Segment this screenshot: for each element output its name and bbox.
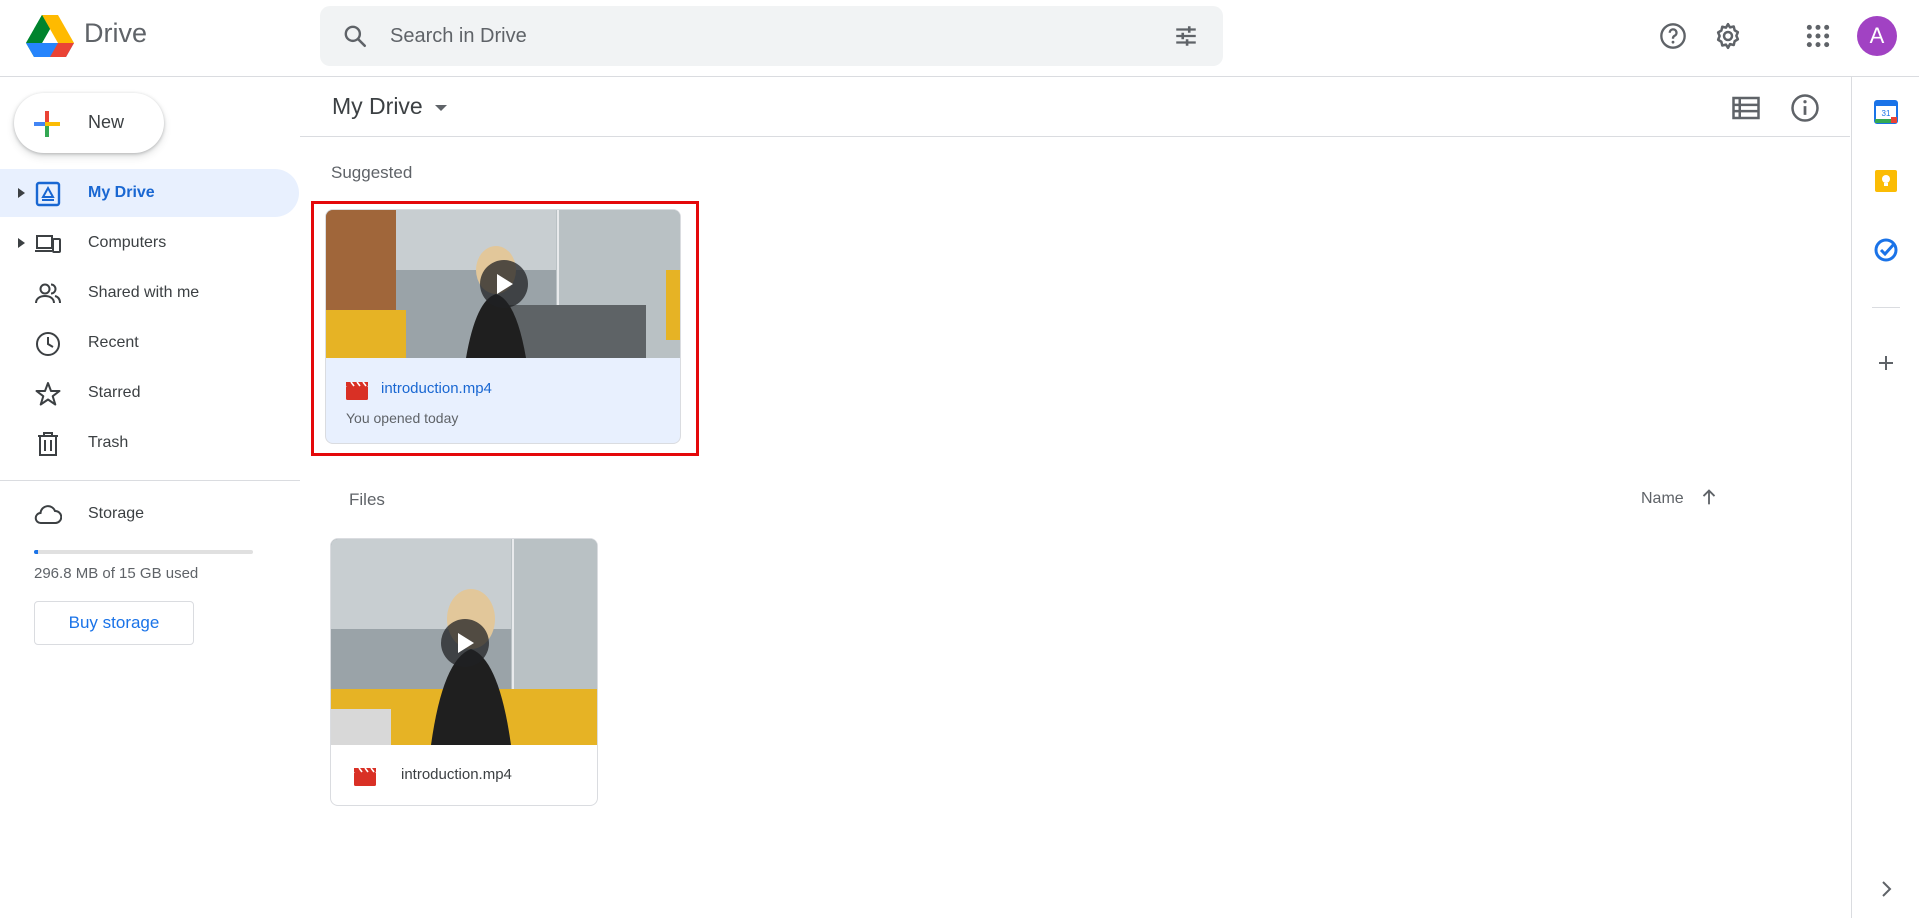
main-header: My Drive [300, 77, 1850, 137]
side-panel-rail: 31 [1851, 77, 1919, 918]
suggested-file-card[interactable]: introduction.mp4 You opened today [325, 209, 681, 444]
calendar-day: 31 [1882, 109, 1891, 118]
video-thumbnail [331, 539, 597, 745]
cloud-icon [34, 505, 62, 524]
info-icon[interactable] [1790, 93, 1820, 123]
play-icon [458, 633, 474, 653]
rail-divider [1872, 307, 1900, 308]
video-file-icon [346, 382, 368, 400]
storage-label: Storage [88, 505, 145, 522]
file-name[interactable]: introduction.mp4 [401, 766, 512, 783]
sort-name-button[interactable]: Name [1641, 490, 1684, 508]
buy-storage-button[interactable]: Buy storage [34, 601, 194, 645]
account-avatar[interactable]: A [1857, 16, 1897, 56]
tasks-icon[interactable] [1874, 238, 1898, 262]
new-plus-icon [34, 111, 60, 137]
sidebar-item-recent[interactable]: Recent [0, 319, 299, 367]
files-label: Files [349, 490, 385, 509]
add-icon[interactable] [1874, 351, 1898, 375]
video-thumbnail [326, 210, 680, 358]
search-bar[interactable] [320, 6, 1223, 66]
settings-icon [1716, 22, 1740, 50]
sidebar: New My Drive Computers Shared with me Re… [0, 77, 300, 918]
app-brand[interactable]: Drive [84, 18, 147, 49]
sidebar-item-label: Starred [88, 384, 141, 401]
sidebar-item-shared-with-me[interactable]: Shared with me [0, 269, 299, 317]
search-options-icon[interactable] [1173, 23, 1199, 49]
chevron-down-icon[interactable] [434, 103, 448, 113]
computers-icon [35, 235, 61, 253]
sidebar-item-starred[interactable]: Starred [0, 369, 299, 417]
apps-button[interactable] [1796, 14, 1840, 58]
page-title[interactable]: My Drive [332, 93, 423, 120]
play-button[interactable] [480, 260, 528, 308]
sidebar-item-my-drive[interactable]: My Drive [0, 169, 299, 217]
sidebar-item-computers[interactable]: Computers [0, 219, 299, 267]
drive-logo-icon[interactable] [26, 15, 74, 57]
apps-grid-icon [1806, 24, 1830, 48]
settings-button[interactable] [1706, 14, 1750, 58]
search-input[interactable] [390, 21, 1090, 51]
expand-arrow-icon[interactable] [14, 186, 28, 200]
storage-progress-fill [34, 550, 39, 554]
suggested-file-name[interactable]: introduction.mp4 [381, 380, 492, 397]
clock-icon [36, 332, 60, 356]
suggested-label: Suggested [331, 163, 413, 182]
file-card[interactable]: introduction.mp4 [330, 538, 598, 806]
new-button-label: New [88, 112, 125, 132]
my-drive-icon [35, 181, 61, 207]
suggested-file-subtitle: You opened today [346, 410, 459, 426]
keep-icon[interactable] [1874, 169, 1898, 193]
play-button[interactable] [441, 619, 489, 667]
list-view-icon[interactable] [1731, 93, 1761, 123]
sidebar-item-label: Computers [88, 234, 167, 251]
video-file-icon [354, 768, 376, 786]
shared-icon [35, 283, 61, 304]
storage-progress-bar [34, 550, 253, 554]
chevron-right-icon[interactable] [1874, 877, 1898, 901]
trash-icon [38, 432, 58, 456]
sidebar-item-label: Recent [88, 334, 139, 351]
play-icon [497, 274, 513, 294]
help-button[interactable] [1651, 14, 1695, 58]
sidebar-item-trash[interactable]: Trash [0, 419, 299, 467]
sidebar-item-label: Shared with me [88, 284, 200, 301]
search-icon[interactable] [342, 23, 368, 49]
new-button[interactable]: New [14, 93, 164, 153]
sidebar-item-label: Trash [88, 434, 129, 451]
arrow-up-icon[interactable] [1698, 486, 1720, 508]
star-icon [35, 382, 61, 406]
sidebar-divider [0, 480, 300, 481]
expand-arrow-icon[interactable] [14, 236, 28, 250]
sidebar-item-label: My Drive [88, 184, 155, 201]
storage-used-text: 296.8 MB of 15 GB used [34, 565, 199, 582]
help-icon [1660, 23, 1686, 49]
calendar-icon[interactable]: 31 [1874, 100, 1898, 124]
sidebar-item-storage[interactable]: Storage [0, 490, 299, 538]
top-header: Drive Search in Drive A [0, 0, 1919, 77]
